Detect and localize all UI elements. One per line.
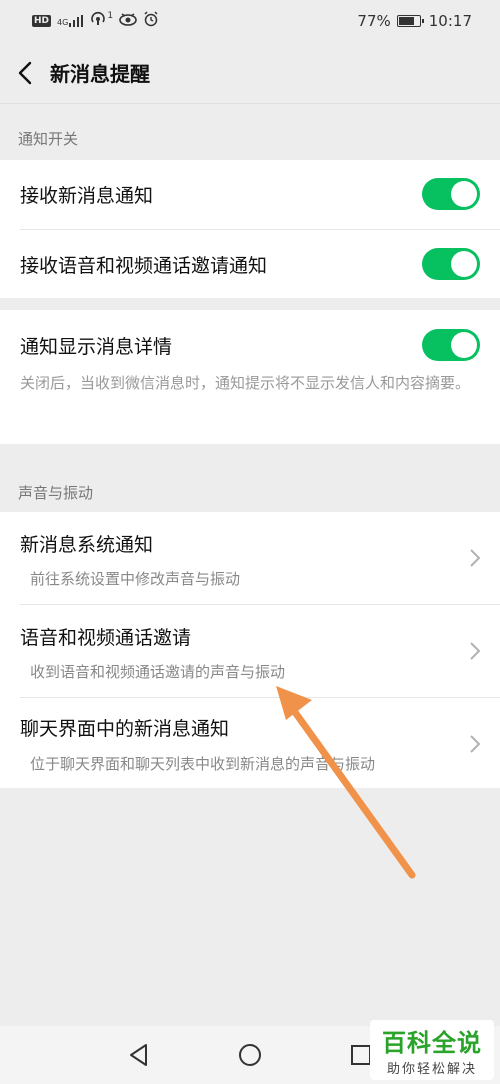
battery-icon — [396, 15, 424, 27]
watermark-sub: 助你轻松解决 — [386, 1062, 477, 1077]
signal-icon: 4G — [57, 15, 84, 27]
circle-home-icon[interactable] — [237, 1042, 263, 1068]
eye-icon — [119, 12, 137, 30]
alarm-icon — [143, 11, 159, 31]
row-subtitle: 收到语音和视频通话邀请的声音与振动 — [30, 663, 286, 681]
row-subtitle: 位于聊天界面和聊天列表中收到新消息的声音与振动 — [30, 755, 376, 773]
row-show-details[interactable]: 通知显示消息详情 — [0, 310, 500, 380]
row-receive-call[interactable]: 接收语音和视频通话邀请通知 — [0, 230, 500, 298]
row-subtitle: 前往系统设置中修改声音与振动 — [30, 570, 241, 588]
status-time: 10:17 — [428, 12, 472, 30]
show-details-card: 通知显示消息详情 关闭后，当收到微信消息时，通知提示将不显示发信人和内容摘要。 — [0, 310, 500, 444]
wifi-hotspot-icon — [89, 11, 107, 31]
network-label: 4G — [57, 18, 69, 27]
toggle-show-details[interactable] — [422, 329, 480, 361]
chevron-right-icon — [470, 735, 481, 753]
watermark-main: 百科全说 — [382, 1029, 482, 1057]
chevron-right-icon — [470, 549, 481, 567]
row-label-show-details: 通知显示消息详情 — [20, 335, 173, 358]
triangle-back-icon[interactable] — [126, 1042, 152, 1068]
status-right: 77% 10:17 — [357, 12, 472, 30]
watermark-logo: 百科全说 助你轻松解决 — [370, 1020, 494, 1080]
show-details-description: 关闭后，当收到微信消息时，通知提示将不显示发信人和内容摘要。 — [20, 374, 471, 392]
section-header-sound-vibration: 声音与振动 — [18, 484, 94, 502]
row-title: 语音和视频通话邀请 — [20, 627, 192, 649]
nav-bar: 新消息提醒 — [0, 42, 500, 104]
notify-switch-card: 接收新消息通知 接收语音和视频通话邀请通知 — [0, 160, 500, 298]
row-chat-new-msg[interactable]: 聊天界面中的新消息通知 位于聊天界面和聊天列表中收到新消息的声音与振动 — [0, 698, 500, 788]
row-call-invite[interactable]: 语音和视频通话邀请 收到语音和视频通话邀请的声音与振动 — [0, 605, 500, 697]
toggle-receive-call[interactable] — [422, 248, 480, 280]
chevron-left-icon — [18, 61, 32, 84]
back-button[interactable] — [0, 42, 50, 104]
row-label-receive-call: 接收语音和视频通话邀请通知 — [20, 254, 268, 277]
toggle-knob — [451, 251, 477, 277]
status-bar: HD 4G 1 77% 10:17 — [0, 0, 500, 42]
signal-superscript: 1 — [107, 11, 114, 21]
toggle-knob — [451, 332, 477, 358]
chevron-right-icon — [470, 642, 481, 660]
battery-percent: 77% — [357, 12, 391, 30]
row-label-receive-new: 接收新消息通知 — [20, 185, 154, 207]
page-title: 新消息提醒 — [50, 62, 150, 86]
status-left: HD 4G 1 — [32, 11, 159, 31]
toggle-receive-new[interactable] — [422, 178, 480, 210]
row-title: 新消息系统通知 — [20, 534, 154, 556]
battery-fill — [398, 17, 415, 25]
hd-badge: HD — [32, 15, 52, 27]
row-new-msg-system[interactable]: 新消息系统通知 前往系统设置中修改声音与振动 — [0, 512, 500, 604]
toggle-knob — [451, 181, 477, 207]
sound-vibration-card: 新消息系统通知 前往系统设置中修改声音与振动 语音和视频通话邀请 收到语音和视频… — [0, 512, 500, 788]
row-title: 聊天界面中的新消息通知 — [20, 718, 230, 740]
row-receive-new[interactable]: 接收新消息通知 — [0, 160, 500, 229]
section-header-notify-switch: 通知开关 — [18, 130, 79, 148]
